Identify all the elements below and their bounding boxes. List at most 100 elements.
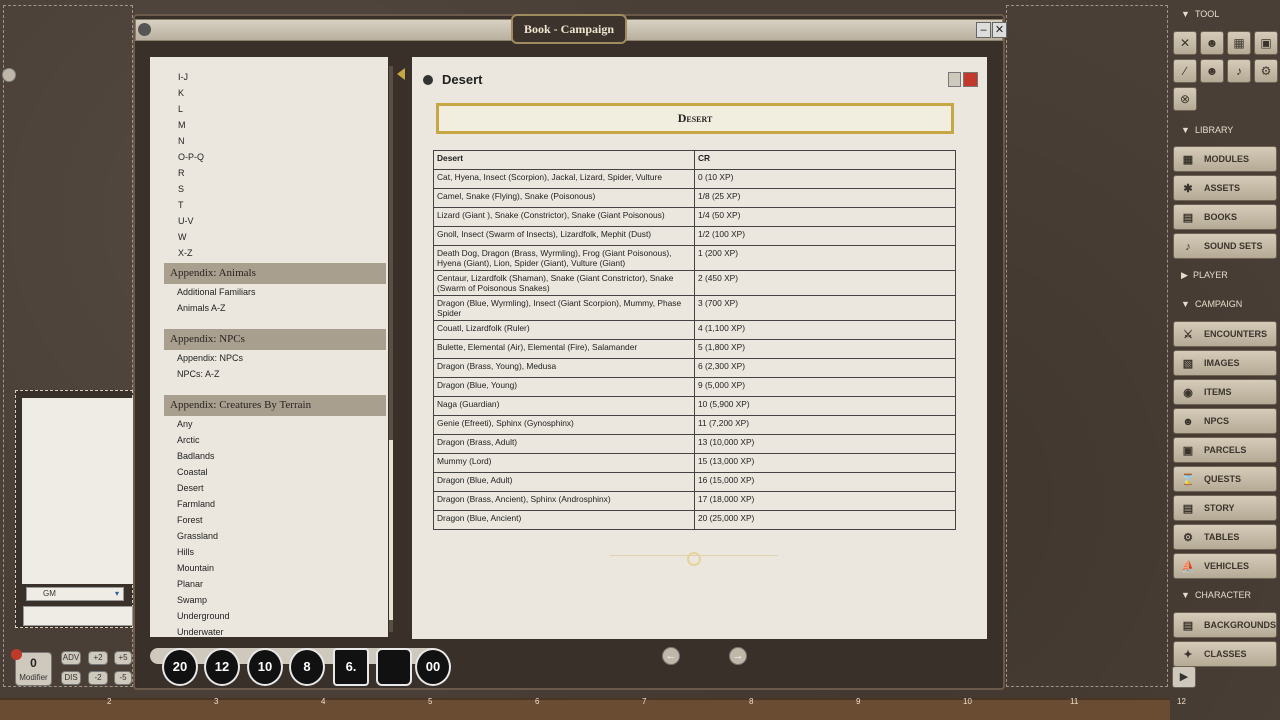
plus2-button[interactable]: +2	[88, 651, 108, 665]
index-letter[interactable]: I-J	[178, 72, 188, 82]
sidebar-section-header[interactable]: ▼ CAMPAIGN	[1173, 293, 1277, 315]
index-letter[interactable]: S	[178, 184, 184, 194]
identity-select[interactable]: GM ▾	[26, 587, 124, 601]
minus2-button[interactable]: -2	[88, 671, 108, 685]
d100-icon[interactable]: 00	[415, 648, 451, 686]
index-letter[interactable]: U-V	[178, 216, 194, 226]
close-button[interactable]: ✕	[992, 22, 1007, 38]
copy-icon[interactable]	[948, 72, 961, 87]
sidebar-item-sound-sets[interactable]: ♪ SOUND SETS	[1173, 233, 1277, 259]
expand-button[interactable]: ▶	[1172, 666, 1196, 688]
adv-button[interactable]: ADV	[61, 651, 81, 665]
index-section-header[interactable]: Appendix: Creatures By Terrain	[164, 395, 386, 416]
index-letter[interactable]: T	[178, 200, 184, 210]
tool-button-icon[interactable]: ∕	[1173, 59, 1197, 83]
sidebar-header-label: TOOL	[1194, 9, 1220, 19]
index-letter[interactable]: R	[178, 168, 185, 178]
index-section-header[interactable]: Appendix: NPCs	[164, 329, 386, 350]
tool-button-icon[interactable]: ▦	[1227, 31, 1251, 55]
index-item[interactable]: Hills	[177, 547, 194, 557]
sidebar-item-vehicles[interactable]: ⛵ VEHICLES	[1173, 553, 1277, 579]
d12-icon[interactable]: 12	[204, 648, 240, 686]
index-letter[interactable]: X-Z	[178, 248, 193, 258]
tool-button-icon[interactable]: ⊗	[1173, 87, 1197, 111]
prev-page-button[interactable]: ←	[662, 647, 680, 665]
index-item[interactable]: NPCs: A-Z	[177, 369, 220, 379]
d20-icon[interactable]: 20	[162, 648, 198, 686]
sidebar-item-story[interactable]: ▤ STORY	[1173, 495, 1277, 521]
sidebar-item-quests[interactable]: ⌛ QUESTS	[1173, 466, 1277, 492]
sidebar-item-backgrounds[interactable]: ▤ BACKGROUNDS	[1173, 612, 1277, 638]
d6-icon[interactable]: 6.	[333, 648, 369, 686]
bullet-icon	[423, 75, 433, 85]
clear-icon[interactable]	[11, 649, 22, 660]
d4-icon[interactable]	[376, 648, 412, 686]
sidebar-item-npcs[interactable]: ☻ NPCS	[1173, 408, 1277, 434]
d8-icon[interactable]: 8	[289, 648, 325, 686]
sidebar-section-header[interactable]: ▼ TOOL	[1173, 3, 1277, 25]
dis-button[interactable]: DIS	[61, 671, 81, 685]
sidebar-item-parcels[interactable]: ▣ PARCELS	[1173, 437, 1277, 463]
index-item[interactable]: Mountain	[177, 563, 214, 573]
index-item[interactable]: Grassland	[177, 531, 218, 541]
chat-input[interactable]	[23, 606, 133, 626]
tool-button-icon[interactable]: ♪	[1227, 59, 1251, 83]
index-item[interactable]: Animals A-Z	[177, 303, 226, 313]
index-item[interactable]: Any	[177, 419, 193, 429]
index-item[interactable]: Appendix: NPCs	[177, 353, 243, 363]
index-letter[interactable]: W	[178, 232, 187, 242]
window-title[interactable]: Book - Campaign	[511, 14, 627, 44]
quests-icon: ⌛	[1181, 474, 1195, 486]
index-letter[interactable]: K	[178, 88, 184, 98]
index-section-header[interactable]: Appendix: Animals	[164, 263, 386, 284]
sidebar-item-tables[interactable]: ⚙ TABLES	[1173, 524, 1277, 550]
page-title: Desert	[442, 72, 483, 87]
sidebar-item-encounters[interactable]: ⚔ ENCOUNTERS	[1173, 321, 1277, 347]
plus5-button[interactable]: +5	[114, 651, 132, 665]
index-item[interactable]: Additional Familiars	[177, 287, 256, 297]
index-item[interactable]: Badlands	[177, 451, 215, 461]
index-item[interactable]: Underwater	[177, 627, 224, 637]
tool-button-icon[interactable]: ✕	[1173, 31, 1197, 55]
table-row: Lizard (Giant ), Snake (Constrictor), Sn…	[433, 207, 956, 227]
index-letter[interactable]: N	[178, 136, 185, 146]
index-item[interactable]: Planar	[177, 579, 203, 589]
minus5-button[interactable]: -5	[114, 671, 132, 685]
sidebar-item-assets[interactable]: ✱ ASSETS	[1173, 175, 1277, 201]
cell-creatures: Death Dog, Dragon (Brass, Wyrmling), Fro…	[433, 245, 695, 271]
sidebar-item-label: BOOKS	[1204, 212, 1238, 222]
tool-button-icon[interactable]: ⚙	[1254, 59, 1278, 83]
tool-button-icon[interactable]: ▣	[1254, 31, 1278, 55]
index-item[interactable]: Swamp	[177, 595, 207, 605]
index-scrollbar-thumb[interactable]	[389, 440, 393, 620]
index-item[interactable]: Forest	[177, 515, 203, 525]
d10-icon[interactable]: 10	[247, 648, 283, 686]
sidebar-section-header[interactable]: ▼ LIBRARY	[1173, 119, 1277, 141]
sidebar-header-label: CHARACTER	[1194, 590, 1251, 600]
collapse-arrow-icon[interactable]	[397, 68, 405, 80]
next-page-button[interactable]: →	[729, 647, 747, 665]
sidebar-item-modules[interactable]: ▦ MODULES	[1173, 146, 1277, 172]
index-item[interactable]: Desert	[177, 483, 204, 493]
chat-area[interactable]	[22, 398, 133, 584]
index-item[interactable]: Farmland	[177, 499, 215, 509]
link-icon[interactable]	[138, 23, 151, 36]
index-letter[interactable]: M	[178, 120, 186, 130]
tool-button-icon[interactable]: ☻	[1200, 31, 1224, 55]
index-letter[interactable]: O-P-Q	[178, 152, 204, 162]
book-index[interactable]: I-J K L M N O-P-Q R S T U-V W X-Z Appendix: Animals…	[150, 57, 388, 637]
sidebar-item-books[interactable]: ▤ BOOKS	[1173, 204, 1277, 230]
padlock-icon[interactable]	[963, 72, 978, 87]
index-letter[interactable]: L	[178, 104, 183, 114]
sidebar-item-items[interactable]: ◉ ITEMS	[1173, 379, 1277, 405]
index-item[interactable]: Coastal	[177, 467, 208, 477]
lock-icon[interactable]	[2, 68, 16, 82]
sidebar-item-classes[interactable]: ✦ CLASSES	[1173, 641, 1277, 667]
minimize-button[interactable]: –	[976, 22, 991, 38]
sidebar-section-header[interactable]: ▼ CHARACTER	[1173, 584, 1277, 606]
sidebar-item-images[interactable]: ▧ IMAGES	[1173, 350, 1277, 376]
index-item[interactable]: Arctic	[177, 435, 200, 445]
index-item[interactable]: Underground	[177, 611, 230, 621]
tool-button-icon[interactable]: ☻	[1200, 59, 1224, 83]
sidebar-section-header[interactable]: ▶ PLAYER	[1173, 264, 1277, 286]
